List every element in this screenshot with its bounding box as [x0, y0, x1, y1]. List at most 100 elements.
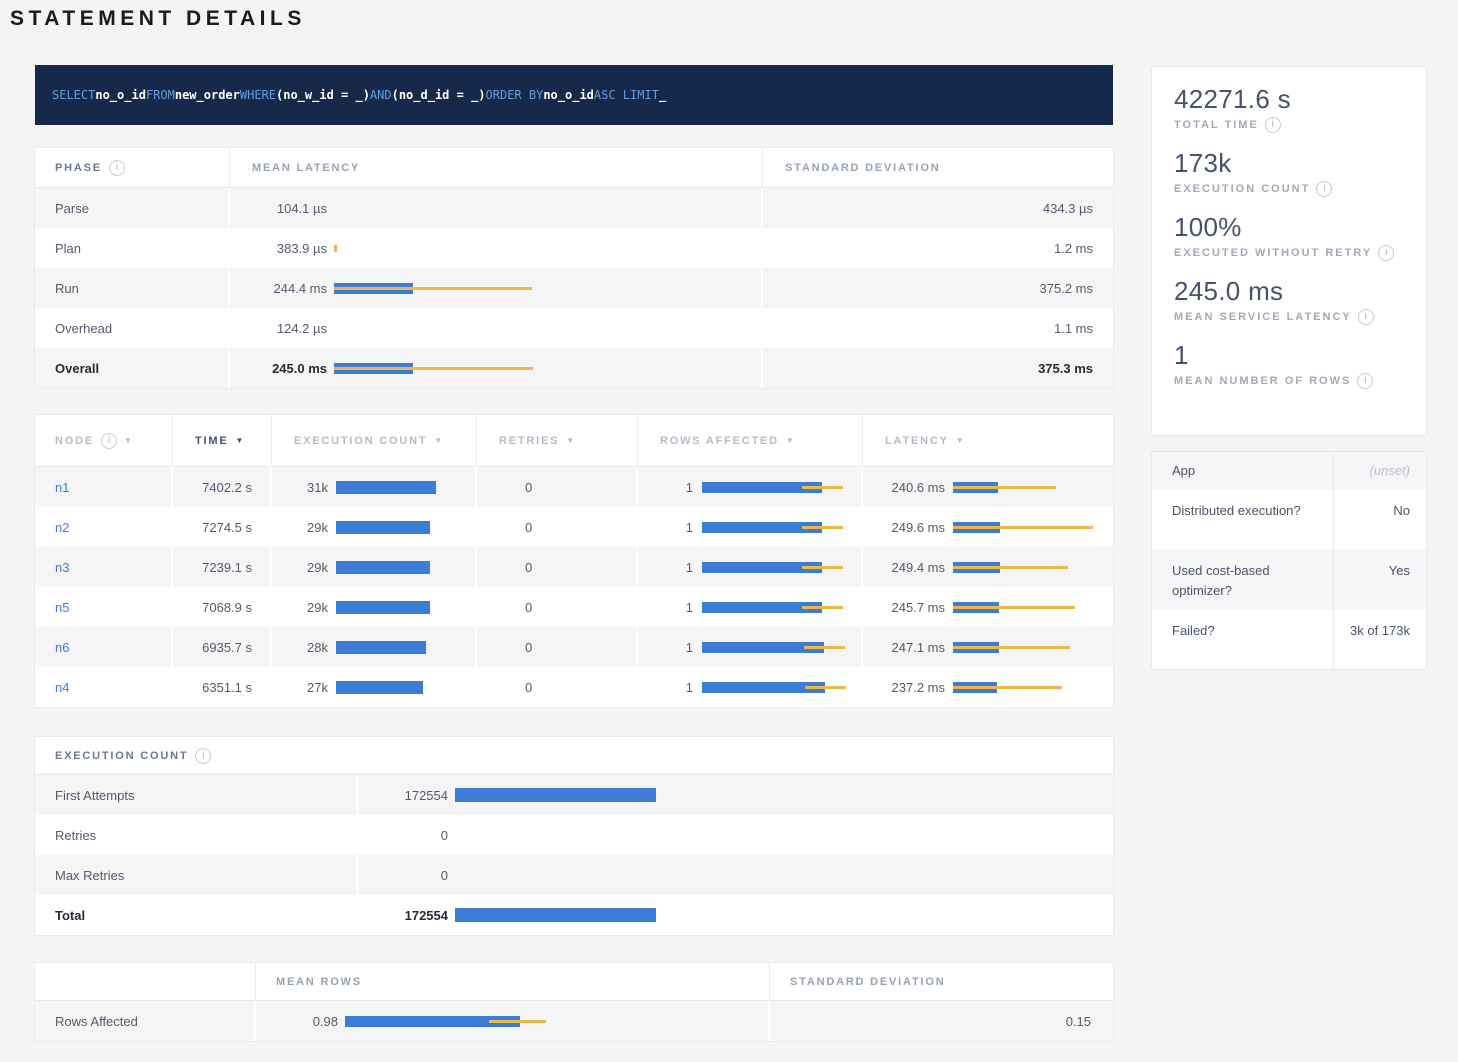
phase-name-cell: Run [35, 268, 230, 308]
node-cell: n1 [35, 467, 173, 507]
column-header-execution-count[interactable]: EXECUTION COUNT ▼ [272, 415, 477, 466]
info-icon[interactable]: i [1358, 309, 1374, 325]
execution-count-cell: 29k [272, 587, 477, 627]
phase-row: Run244.4 ms 375.2 ms [35, 268, 1113, 308]
stddev-cell: 375.3 ms [763, 348, 1113, 388]
retries-cell: 0 [477, 667, 638, 707]
exec-label-cell: First Attempts [35, 775, 358, 815]
latency-bar-area [953, 522, 1093, 533]
rows-affected-label-cell: Rows Affected [35, 1001, 256, 1041]
rows-affected-bar-area [702, 602, 843, 613]
rows-affected-label: Rows Affected [55, 1014, 138, 1029]
detail-row-distributed: Distributed execution? No [1152, 489, 1426, 549]
stat-value: 42271.6 s [1174, 84, 1404, 115]
sql-identifier: _ [659, 88, 666, 102]
column-header-time[interactable]: TIME▼ [173, 415, 272, 466]
mean-latency-value: 383.9 µs [230, 241, 327, 256]
column-header-latency[interactable]: LATENCY ▼ [863, 415, 1113, 466]
node-row: n37239.1 s29k01249.4 ms [35, 547, 1113, 587]
mean-latency-cell: 245.0 ms [230, 348, 763, 388]
stddev-whisker [804, 646, 845, 649]
node-link[interactable]: n5 [55, 600, 69, 615]
execution-count-value: 29k [272, 600, 328, 615]
stddev-value: 375.2 ms [1040, 281, 1093, 296]
stddev-whisker [805, 686, 846, 689]
sql-keyword: SELECT [52, 88, 95, 102]
latency-bar [953, 682, 1062, 693]
column-header-label: LATENCY [885, 435, 949, 447]
sort-arrow-icon[interactable]: ▼ [786, 436, 794, 445]
info-icon[interactable]: i [1316, 181, 1332, 197]
latency-bar-area [953, 482, 1056, 493]
sql-keyword: FROM [146, 88, 175, 102]
sql-identifier: (no_w_id = _) [276, 88, 370, 102]
stddev-whisker [334, 367, 533, 370]
exec-label: Retries [55, 828, 96, 843]
stat-label: EXECUTION COUNT [1174, 183, 1310, 195]
column-header-retries[interactable]: RETRIES▼ [477, 415, 638, 466]
sql-statement-box: SELECT no_o_id FROM new_order WHERE (no_… [35, 65, 1113, 125]
exec-label-cell: Retries [35, 815, 358, 855]
sort-arrow-icon[interactable]: ▼ [956, 436, 964, 445]
execution-count-header: EXECUTION COUNT i [35, 737, 1113, 775]
column-header-node[interactable]: NODEi▼ [35, 415, 173, 466]
info-icon[interactable]: i [1357, 373, 1373, 389]
stat-value: 245.0 ms [1174, 276, 1404, 307]
info-icon[interactable]: i [109, 160, 125, 176]
rows-affected-cell: 1 [638, 547, 863, 587]
rows-affected-cell: 1 [638, 587, 863, 627]
latency-value: 249.4 ms [863, 560, 945, 575]
execution-count-cell: 27k [272, 667, 477, 707]
std-dev-header-label: STANDARD DEVIATION [785, 162, 940, 174]
phase-row: Parse104.1 µs434.3 µs [35, 188, 1113, 228]
info-icon[interactable]: i [1265, 117, 1281, 133]
stddev-whisker [802, 486, 843, 489]
mean-latency-cell: 104.1 µs [230, 188, 763, 228]
phase-name: Overall [55, 361, 99, 376]
exec-value: 172554 [358, 788, 448, 803]
sort-arrow-icon[interactable]: ▼ [235, 436, 243, 445]
execution-count-row: First Attempts172554 [35, 775, 1113, 815]
mean-latency-bar-area [334, 245, 337, 252]
execution-count-bar [336, 681, 423, 694]
rows-affected-bar-area [702, 682, 846, 693]
time-value: 7274.5 s [202, 520, 252, 535]
retries-value: 0 [525, 640, 532, 655]
mean-latency-value: 244.4 ms [230, 281, 327, 296]
sort-arrow-icon[interactable]: ▼ [434, 436, 442, 445]
stddev-whisker [802, 606, 843, 609]
node-link[interactable]: n3 [55, 560, 69, 575]
stat-label: MEAN SERVICE LATENCY [1174, 311, 1352, 323]
execution-count-bar [336, 481, 436, 494]
retries-cell: 0 [477, 587, 638, 627]
node-link[interactable]: n4 [55, 680, 69, 695]
node-link[interactable]: n1 [55, 480, 69, 495]
mean-latency-cell: 244.4 ms [230, 268, 763, 308]
stat-value: 173k [1174, 148, 1404, 179]
phase-row: Overhead124.2 µs1.1 ms [35, 308, 1113, 348]
mean-latency-value: 245.0 ms [230, 361, 327, 376]
column-header-label: EXECUTION COUNT [294, 435, 427, 447]
retries-cell: 0 [477, 467, 638, 507]
latency-value: 249.6 ms [863, 520, 945, 535]
info-icon[interactable]: i [195, 748, 211, 764]
node-link[interactable]: n2 [55, 520, 69, 535]
stddev-cell: 1.1 ms [763, 308, 1113, 348]
execution-count-cell: 29k [272, 547, 477, 587]
execution-count-cell: 31k [272, 467, 477, 507]
time-cell: 7274.5 s [173, 507, 272, 547]
sort-arrow-icon[interactable]: ▼ [124, 436, 132, 445]
node-cell: n5 [35, 587, 173, 627]
sort-arrow-icon[interactable]: ▼ [566, 436, 574, 445]
time-value: 6351.1 s [202, 680, 252, 695]
info-icon[interactable]: i [1378, 245, 1394, 261]
mean-latency-bar-area [334, 363, 533, 374]
column-header-rows-affected[interactable]: ROWS AFFECTED▼ [638, 415, 863, 466]
latency-bar [334, 363, 533, 374]
exec-value: 172554 [358, 908, 448, 923]
rows-affected-cell: 1 [638, 467, 863, 507]
latency-cell: 237.2 ms [863, 667, 1113, 707]
node-row: n17402.2 s31k01240.6 ms [35, 467, 1113, 507]
info-icon[interactable]: i [101, 433, 117, 449]
node-link[interactable]: n6 [55, 640, 69, 655]
